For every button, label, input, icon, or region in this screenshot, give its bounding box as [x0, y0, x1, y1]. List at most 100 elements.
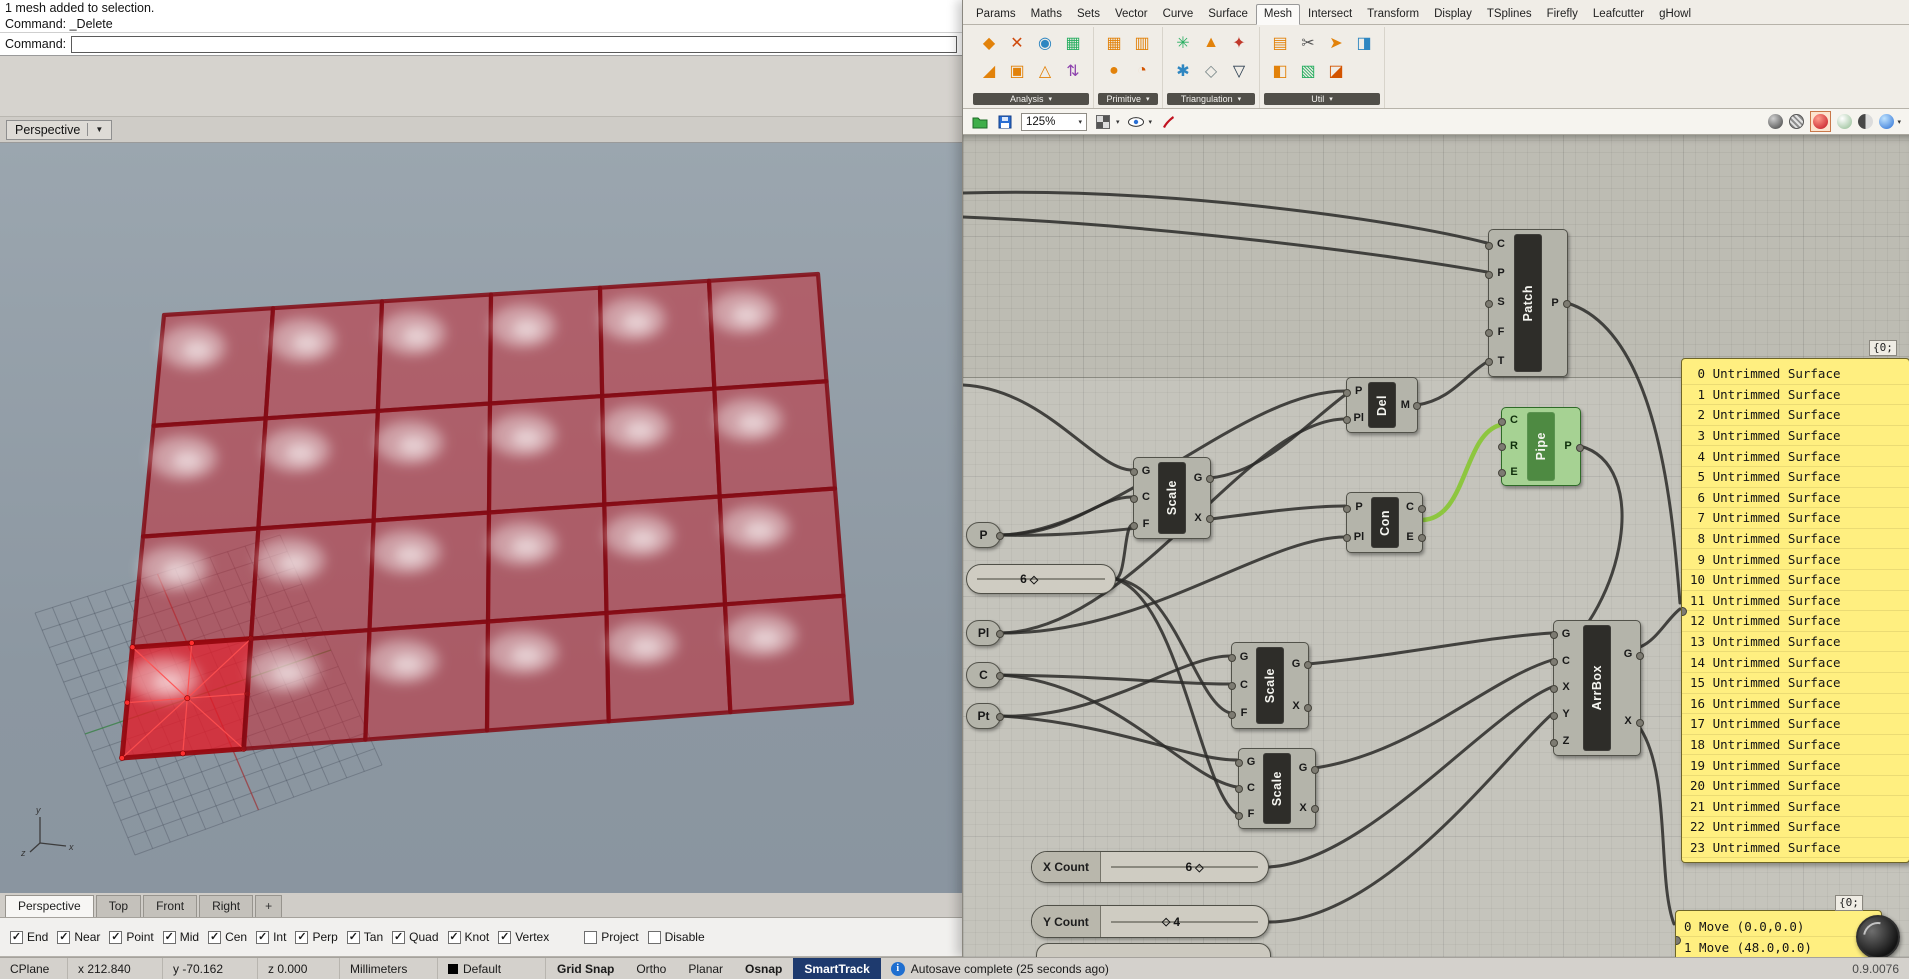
- input-port-r[interactable]: R: [1498, 440, 1524, 452]
- input-port-g[interactable]: G: [1550, 628, 1576, 640]
- gh-component-scale[interactable]: G C F Scale G X: [1235, 748, 1319, 829]
- gh-param-c[interactable]: C: [966, 662, 1004, 688]
- command-input[interactable]: [71, 35, 957, 53]
- delaunay-icon[interactable]: ✳: [1170, 30, 1196, 56]
- open-definition-icon[interactable]: [971, 113, 989, 131]
- input-port-g[interactable]: G: [1235, 756, 1261, 768]
- input-port-c[interactable]: C: [1550, 655, 1576, 667]
- mesh-shadow-icon[interactable]: ◨: [1351, 30, 1377, 56]
- gh-slider-y-count[interactable]: Y Count ◇ 4: [1031, 905, 1269, 938]
- gh-component-pipe[interactable]: C R E Pipe P: [1498, 407, 1584, 486]
- input-port-f[interactable]: F: [1228, 708, 1254, 719]
- input-port-e[interactable]: E: [1498, 466, 1524, 478]
- mesh-inclusion-icon[interactable]: ◉: [1032, 30, 1058, 56]
- paint-brush-icon[interactable]: [1159, 113, 1177, 131]
- perspective-viewport[interactable]: y x z: [0, 143, 962, 893]
- output-port-m[interactable]: M: [1396, 399, 1422, 411]
- tab-intersect[interactable]: Intersect: [1301, 5, 1359, 24]
- mesh-box-icon[interactable]: ▥: [1129, 30, 1155, 56]
- input-port-c[interactable]: C: [1485, 239, 1511, 250]
- substrate-icon[interactable]: ▽: [1226, 58, 1252, 84]
- input-port-g[interactable]: G: [1228, 651, 1254, 663]
- zoom-select[interactable]: 125% ▾: [1021, 112, 1087, 131]
- output-port-p[interactable]: P: [1558, 441, 1584, 452]
- gh-component-patch[interactable]: C P S F T Patch P: [1485, 229, 1571, 377]
- slider-handle-icon[interactable]: ◇: [1030, 573, 1038, 586]
- tab-mesh[interactable]: Mesh: [1255, 4, 1301, 25]
- preview-settings-icon[interactable]: [1879, 114, 1895, 129]
- mesh-normals-icon[interactable]: △: [1032, 58, 1058, 84]
- tab-surface[interactable]: Surface: [1201, 5, 1255, 24]
- output-port-e[interactable]: E: [1400, 531, 1426, 543]
- mesh-brep-icon[interactable]: ◆: [976, 30, 1002, 56]
- ribbon-group-label[interactable]: Triangulation ▾: [1167, 93, 1255, 105]
- gh-slider-x-count[interactable]: X Count 6 ◇: [1031, 851, 1269, 883]
- new-viewport-tab-icon[interactable]: +: [255, 895, 283, 917]
- input-port-p[interactable]: P: [1342, 386, 1368, 397]
- status-toggle-ortho[interactable]: Ortho: [625, 958, 677, 979]
- input-port-z[interactable]: Z: [1550, 736, 1576, 747]
- output-port-c[interactable]: C: [1400, 502, 1426, 513]
- output-port-x[interactable]: X: [1618, 716, 1644, 727]
- osnap-checkbox-disable[interactable]: [647, 930, 661, 944]
- status-toggle-grid-snap[interactable]: Grid Snap: [546, 958, 625, 979]
- gh-slider-value[interactable]: 6 ◇: [966, 564, 1116, 594]
- input-port-f[interactable]: F: [1235, 809, 1261, 820]
- tab-sets[interactable]: Sets: [1070, 5, 1107, 24]
- mesh-trim-icon[interactable]: ✂: [1295, 30, 1321, 56]
- input-port-f[interactable]: F: [1485, 326, 1511, 338]
- save-definition-icon[interactable]: [996, 113, 1014, 131]
- slider-knob[interactable]: ◇ 4: [1162, 915, 1180, 929]
- mesh-flip-icon[interactable]: ⇅: [1060, 58, 1086, 84]
- gh-slider-partial[interactable]: [1036, 943, 1271, 957]
- status-toggle-planar[interactable]: Planar: [677, 958, 734, 979]
- input-port-c[interactable]: C: [1228, 679, 1254, 691]
- gh-component-arrbox[interactable]: G C X Y Z ArrBox G X: [1550, 620, 1644, 756]
- input-port-x[interactable]: X: [1550, 682, 1576, 693]
- output-port-g[interactable]: G: [1293, 763, 1319, 774]
- tab-curve[interactable]: Curve: [1156, 5, 1201, 24]
- tab-vector[interactable]: Vector: [1108, 5, 1155, 24]
- preview-eye-icon[interactable]: [1127, 113, 1145, 131]
- mesh-colour-icon[interactable]: ▦: [1060, 30, 1086, 56]
- gh-param-pl[interactable]: Pl: [966, 620, 1004, 646]
- slider-knob[interactable]: 6 ◇: [1020, 572, 1038, 586]
- ribbon-group-label[interactable]: Util ▾: [1264, 93, 1380, 105]
- osnap-checkbox-point[interactable]: ✓: [109, 930, 123, 944]
- preview-shaded-sphere-icon[interactable]: [1813, 114, 1829, 129]
- convex-hull-icon[interactable]: ▲: [1198, 30, 1224, 56]
- osnap-checkbox-perp[interactable]: ✓: [295, 930, 309, 944]
- document-preview-icon[interactable]: [1858, 114, 1874, 129]
- gh-component-scale[interactable]: G C F Scale G X: [1130, 457, 1214, 539]
- viewport-tab-right[interactable]: Right: [199, 895, 254, 917]
- tab-display[interactable]: Display: [1427, 5, 1479, 24]
- status-layer[interactable]: Default: [438, 958, 546, 979]
- input-port-f[interactable]: F: [1130, 519, 1156, 530]
- output-port-g[interactable]: G: [1188, 472, 1214, 484]
- osnap-checkbox-int[interactable]: ✓: [256, 930, 270, 944]
- mesh-cull-icon[interactable]: ➤: [1323, 30, 1349, 56]
- preview-off-sphere-icon[interactable]: [1768, 114, 1784, 129]
- output-port-g[interactable]: G: [1618, 649, 1644, 660]
- osnap-checkbox-quad[interactable]: ✓: [392, 930, 406, 944]
- output-port-x[interactable]: X: [1188, 512, 1214, 524]
- mesh-unify-icon[interactable]: ▤: [1267, 30, 1293, 56]
- input-port-p[interactable]: P: [1343, 502, 1369, 513]
- canvas-grid-icon[interactable]: [1094, 113, 1112, 131]
- canvas-compass-widget[interactable]: [1856, 915, 1900, 957]
- input-port-p[interactable]: P: [1485, 268, 1511, 279]
- gh-param-pt[interactable]: Pt: [966, 703, 1004, 729]
- slider-track[interactable]: 6 ◇: [967, 565, 1115, 593]
- input-port-c[interactable]: C: [1130, 492, 1156, 503]
- mesh-edges-icon[interactable]: ◢: [976, 58, 1002, 84]
- preview-wire-sphere-icon[interactable]: [1789, 114, 1805, 129]
- gh-canvas[interactable]: C P S F T Patch P P Pl Del M C R E Pipe P G C F Scale G X P Pl C…: [963, 135, 1909, 957]
- mesh-explode-icon[interactable]: ✕: [1004, 30, 1030, 56]
- mesh-weld-icon[interactable]: ▧: [1295, 58, 1321, 84]
- gh-component-con[interactable]: P Pl Con C E: [1343, 492, 1426, 553]
- input-port-c[interactable]: C: [1498, 415, 1524, 426]
- osnap-checkbox-mid[interactable]: ✓: [162, 930, 176, 944]
- viewport-tab-front[interactable]: Front: [143, 895, 198, 917]
- slider-knob[interactable]: 6 ◇: [1185, 860, 1203, 874]
- osnap-checkbox-cen[interactable]: ✓: [208, 930, 222, 944]
